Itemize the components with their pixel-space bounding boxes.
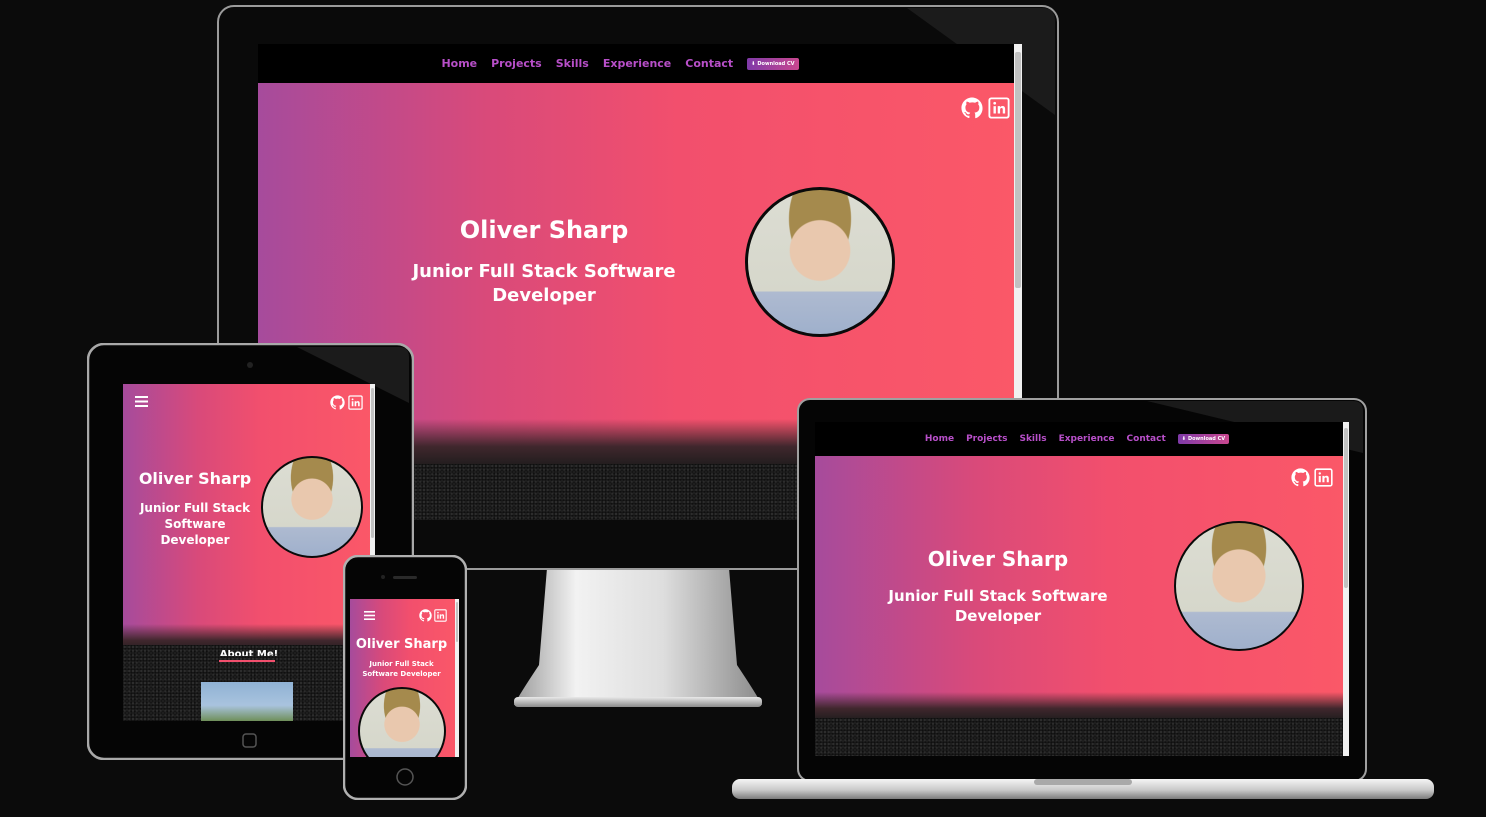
linkedin-icon[interactable] xyxy=(348,395,363,410)
tablet-social-links xyxy=(330,395,363,410)
hero-role: Junior Full Stack Software Developer xyxy=(412,261,676,306)
linkedin-icon[interactable] xyxy=(1314,468,1333,487)
about-photo xyxy=(201,682,293,721)
avatar xyxy=(745,187,895,337)
linkedin-icon[interactable] xyxy=(434,609,447,622)
laptop-screen: Home Projects Skills Experience Contact … xyxy=(815,422,1349,756)
download-cv-button[interactable]: ⬇ Download CV xyxy=(747,57,799,70)
download-cv-label: Download CV xyxy=(1187,436,1226,442)
phone-scrollbar-thumb[interactable] xyxy=(456,602,458,642)
social-links xyxy=(961,97,1010,119)
laptop-scrollbar[interactable] xyxy=(1343,422,1349,756)
github-icon[interactable] xyxy=(961,97,983,119)
nav-link-skills[interactable]: Skills xyxy=(1019,434,1046,444)
nav-link-experience[interactable]: Experience xyxy=(1059,434,1115,444)
about-underline xyxy=(219,660,275,662)
phone-scrollbar[interactable] xyxy=(455,599,459,757)
nav-link-experience[interactable]: Experience xyxy=(603,57,671,70)
nav-link-home[interactable]: Home xyxy=(441,57,477,70)
phone-hero-role: Junior Full Stack Software Developer xyxy=(362,660,441,678)
about-heading: About Me! xyxy=(219,650,279,656)
laptop: Home Projects Skills Experience Contact … xyxy=(731,398,1435,805)
nav-link-projects[interactable]: Projects xyxy=(491,57,542,70)
hamburger-icon[interactable] xyxy=(135,396,148,407)
tablet-screen: Oliver Sharp Junior Full Stack Software … xyxy=(123,384,375,721)
github-icon[interactable] xyxy=(1291,468,1310,487)
download-cv-label: Download CV xyxy=(757,60,795,67)
hamburger-icon[interactable] xyxy=(364,611,375,620)
laptop-hero-role: Junior Full Stack Software Developer xyxy=(888,587,1108,625)
download-icon: ⬇ xyxy=(751,60,756,67)
laptop-asphalt xyxy=(815,718,1349,756)
phone-screen: Oliver Sharp Junior Full Stack Software … xyxy=(350,599,459,757)
hero-name: Oliver Sharp xyxy=(459,216,629,244)
tablet-scrollbar-thumb[interactable] xyxy=(371,388,374,538)
phone-avatar xyxy=(358,687,446,757)
nav-link-contact[interactable]: Contact xyxy=(685,57,733,70)
scrollbar-thumb[interactable] xyxy=(1015,52,1021,288)
phone: Oliver Sharp Junior Full Stack Software … xyxy=(343,555,467,800)
tablet-avatar xyxy=(261,456,363,558)
phone-hero-name: Oliver Sharp xyxy=(355,637,448,652)
linkedin-icon[interactable] xyxy=(988,97,1010,119)
laptop-hero-name: Oliver Sharp xyxy=(927,547,1069,571)
github-icon[interactable] xyxy=(419,609,432,622)
nav-link-home[interactable]: Home xyxy=(925,434,954,444)
laptop-avatar xyxy=(1174,521,1304,651)
download-cv-button[interactable]: ⬇ Download CV xyxy=(1177,434,1230,444)
laptop-nav: Home Projects Skills Experience Contact … xyxy=(815,422,1349,456)
phone-hero: Oliver Sharp Junior Full Stack Software … xyxy=(350,599,459,757)
nav-link-projects[interactable]: Projects xyxy=(966,434,1007,444)
nav-link-skills[interactable]: Skills xyxy=(556,57,589,70)
phone-social-links xyxy=(419,609,447,622)
tablet-hero-name: Oliver Sharp xyxy=(138,469,252,488)
laptop-social-links xyxy=(1291,468,1333,487)
github-icon[interactable] xyxy=(330,395,345,410)
nav-link-contact[interactable]: Contact xyxy=(1127,434,1166,444)
laptop-hero: Oliver Sharp Junior Full Stack Software … xyxy=(815,456,1349,756)
tablet-hero-role: Junior Full Stack Software Developer xyxy=(139,501,251,547)
tablet-hero: Oliver Sharp Junior Full Stack Software … xyxy=(123,384,375,721)
download-icon: ⬇ xyxy=(1181,436,1186,442)
desktop-nav: Home Projects Skills Experience Contact … xyxy=(258,44,1022,83)
laptop-scrollbar-thumb[interactable] xyxy=(1344,428,1348,588)
